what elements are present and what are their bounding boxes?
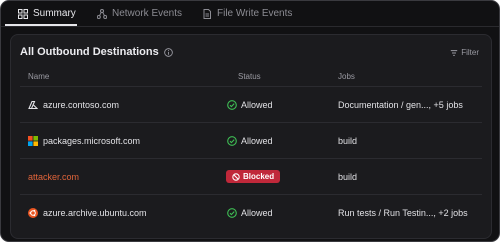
status-text: Allowed <box>241 135 273 146</box>
blocked-badge: Blocked <box>226 170 281 183</box>
microsoft-icon <box>28 135 38 146</box>
check-circle-icon <box>227 99 237 110</box>
jobs-cell[interactable]: Run tests / Run Testin..., +2 jobs <box>338 195 468 230</box>
active-tab-indicator <box>5 24 77 26</box>
filter-label: Filter <box>461 48 479 57</box>
table-row[interactable]: packages.microsoft.com Allowed build <box>20 122 482 158</box>
table-row[interactable]: attacker.com Blocked build <box>20 158 482 194</box>
filter-button[interactable]: Filter <box>450 48 479 57</box>
file-icon <box>202 8 212 19</box>
jobs-cell[interactable]: Documentation / gen..., +5 jobs <box>338 87 463 122</box>
status-cell: Blocked <box>226 159 281 194</box>
check-circle-icon <box>227 207 237 218</box>
panel-title: All Outbound Destinations <box>20 46 173 58</box>
panel-title-text: All Outbound Destinations <box>20 46 159 58</box>
destination-name: azure.archive.ubuntu.com <box>43 207 147 218</box>
tab-bar: Summary Network Events File Write Events <box>1 1 499 27</box>
table-row[interactable]: azure.archive.ubuntu.com Allowed Run tes… <box>20 194 482 230</box>
destinations-table: azure.contoso.com Allowed Documentation … <box>20 86 482 230</box>
destination-name-cell: azure.archive.ubuntu.com <box>28 195 147 230</box>
tab-network-events[interactable]: Network Events <box>97 1 182 26</box>
filter-icon <box>450 49 458 57</box>
jobs-cell[interactable]: build <box>338 123 357 158</box>
destination-name: packages.microsoft.com <box>43 135 141 146</box>
check-circle-icon <box>227 135 237 146</box>
destination-name-cell: attacker.com <box>28 159 79 194</box>
column-header-status[interactable]: Status <box>238 72 261 81</box>
destination-name: azure.contoso.com <box>43 99 120 110</box>
table-row[interactable]: azure.contoso.com Allowed Documentation … <box>20 86 482 122</box>
tab-summary-label: Summary <box>33 8 76 19</box>
column-header-name[interactable]: Name <box>28 72 49 81</box>
grid-icon <box>18 8 28 19</box>
network-icon <box>97 8 107 19</box>
blocked-icon <box>232 172 240 181</box>
column-header-jobs[interactable]: Jobs <box>338 72 355 81</box>
info-icon[interactable] <box>163 47 173 57</box>
status-cell: Allowed <box>227 87 273 122</box>
azure-icon <box>28 100 38 110</box>
destination-name: attacker.com <box>28 171 80 182</box>
destination-name-cell: azure.contoso.com <box>28 87 119 122</box>
outbound-destinations-panel: All Outbound Destinations Filter Name St… <box>10 34 492 239</box>
status-text: Allowed <box>241 99 273 110</box>
ubuntu-icon <box>28 207 38 218</box>
jobs-cell[interactable]: build <box>338 159 357 194</box>
status-cell: Allowed <box>227 195 273 230</box>
tab-network-events-label: Network Events <box>112 8 183 19</box>
status-text: Allowed <box>241 207 273 218</box>
app-window: Summary Network Events File Write Events… <box>0 0 500 242</box>
tab-summary[interactable]: Summary <box>18 1 76 26</box>
status-text: Blocked <box>243 172 275 181</box>
status-cell: Allowed <box>227 123 273 158</box>
tab-file-write-events[interactable]: File Write Events <box>202 1 292 26</box>
tab-file-write-events-label: File Write Events <box>217 8 293 19</box>
destination-name-cell: packages.microsoft.com <box>28 123 140 158</box>
